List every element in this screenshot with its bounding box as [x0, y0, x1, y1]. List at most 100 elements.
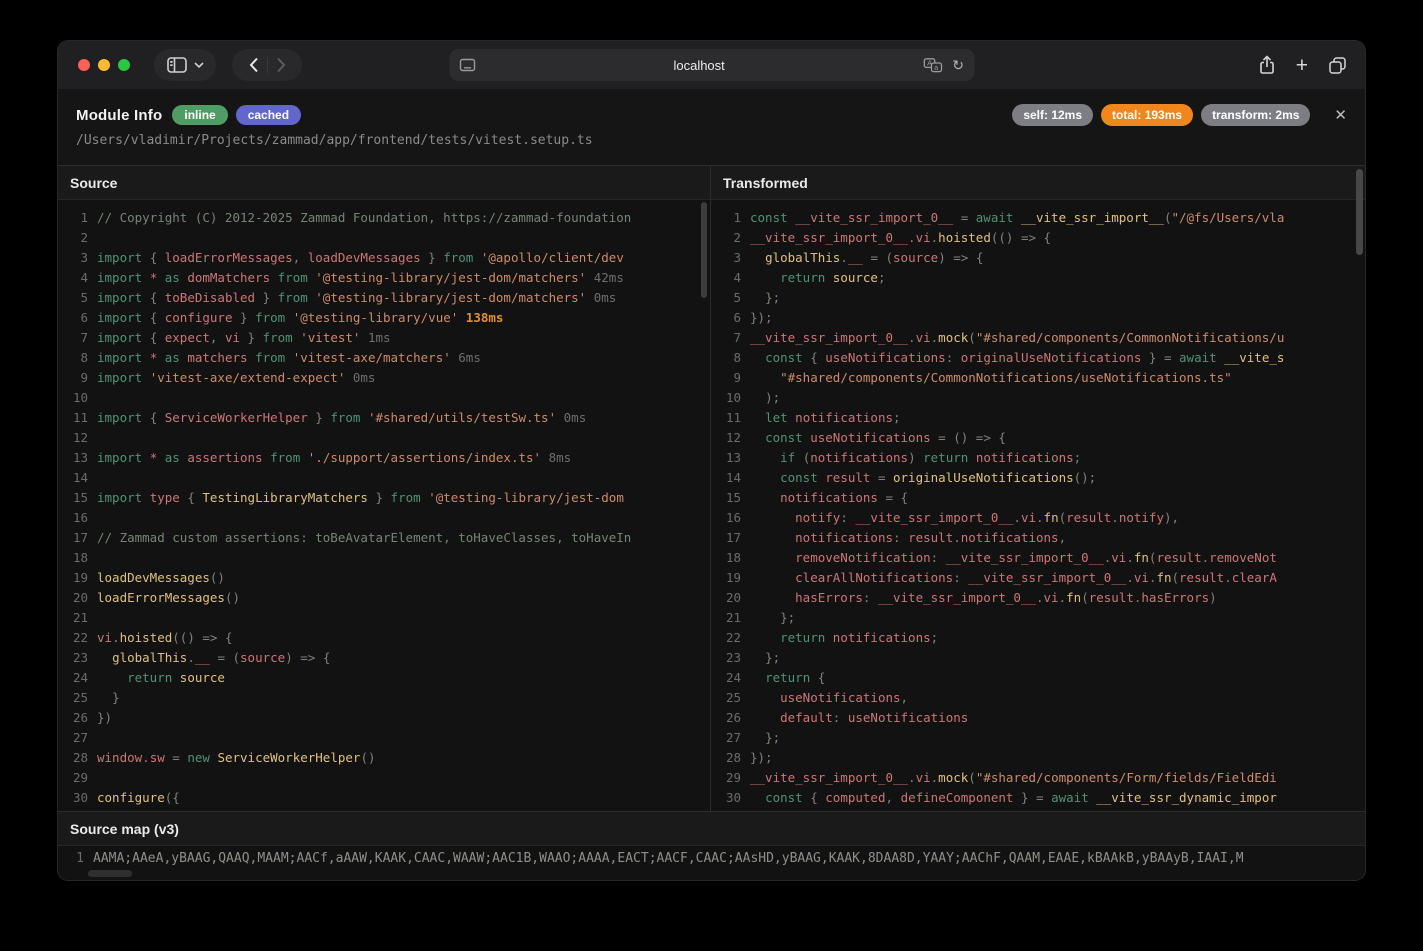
forward-button[interactable] — [276, 57, 286, 73]
cached-badge: cached — [236, 105, 301, 125]
code-line: 27 }; — [711, 728, 1365, 748]
line-number: 19 — [711, 568, 750, 588]
code-line: 22 return notifications; — [711, 628, 1365, 648]
code-line: 12 — [58, 428, 710, 448]
address-bar[interactable]: localhost Aa ↻ — [449, 49, 974, 81]
line-number: 3 — [58, 248, 97, 268]
line-number: 11 — [58, 408, 97, 428]
line-number: 3 — [711, 248, 750, 268]
sidebar-icon — [167, 57, 187, 73]
share-button[interactable] — [1258, 55, 1276, 75]
reload-button[interactable]: ↻ — [952, 57, 964, 74]
line-number: 7 — [58, 328, 97, 348]
code-line: 24 return { — [711, 668, 1365, 688]
line-number: 2 — [711, 228, 750, 248]
close-icon[interactable]: ✕ — [1334, 108, 1347, 123]
code-line: 14 const result = originalUseNotificatio… — [711, 468, 1365, 488]
code-line: 30configure({ — [58, 788, 710, 808]
sidebar-toggle-button[interactable] — [154, 49, 216, 81]
code-line: 13 if (notifications) return notificatio… — [711, 448, 1365, 468]
tabs-overview-button[interactable] — [1328, 56, 1347, 75]
code-line: 11import { ServiceWorkerHelper } from '#… — [58, 408, 710, 428]
line-number: 15 — [711, 488, 750, 508]
code-panels: Source 1// Copyright (C) 2012-2025 Zamma… — [58, 166, 1365, 811]
code-line: 10 — [58, 388, 710, 408]
back-button[interactable] — [249, 57, 259, 73]
code-line: 3import { loadErrorMessages, loadDevMess… — [58, 248, 710, 268]
line-number: 27 — [58, 728, 97, 748]
code-line: 28}); — [711, 748, 1365, 768]
line-number: 25 — [711, 688, 750, 708]
source-code-area[interactable]: 1// Copyright (C) 2012-2025 Zammad Found… — [58, 200, 710, 811]
code-line: 29__vite_ssr_import_0__.vi.mock("#shared… — [711, 768, 1365, 788]
code-line: 6}); — [711, 308, 1365, 328]
line-number: 30 — [58, 788, 97, 808]
line-number: 8 — [711, 348, 750, 368]
line-number: 16 — [711, 508, 750, 528]
code-line: 30 const { computed, defineComponent } =… — [711, 788, 1365, 808]
source-scrollbar-thumb[interactable] — [701, 202, 707, 298]
code-line: 19loadDevMessages() — [58, 568, 710, 588]
line-number: 22 — [711, 628, 750, 648]
code-line: 7__vite_ssr_import_0__.vi.mock("#shared/… — [711, 328, 1365, 348]
line-number: 23 — [58, 648, 97, 668]
code-line: 9import 'vitest-axe/extend-expect' 0ms — [58, 368, 710, 388]
line-number: 29 — [58, 768, 97, 788]
code-line: 29 — [58, 768, 710, 788]
transformed-panel: Transformed 1const __vite_ssr_import_0__… — [711, 166, 1365, 811]
code-line: 11 let notifications; — [711, 408, 1365, 428]
line-number: 9 — [711, 368, 750, 388]
page-scrollbar-thumb[interactable] — [1356, 169, 1363, 255]
page-icon[interactable] — [459, 58, 475, 72]
line-number: 1 — [58, 848, 93, 870]
code-line: 15 notifications = { — [711, 488, 1365, 508]
traffic-lights — [78, 59, 130, 71]
transformed-code-area[interactable]: 1const __vite_ssr_import_0__ = await __v… — [711, 200, 1365, 811]
line-number: 29 — [711, 768, 750, 788]
code-line: 2__vite_ssr_import_0__.vi.hoisted(() => … — [711, 228, 1365, 248]
code-line: 18 removeNotification: __vite_ssr_import… — [711, 548, 1365, 568]
code-line: 21 — [58, 608, 710, 628]
code-line: 8 const { useNotifications: originalUseN… — [711, 348, 1365, 368]
line-number: 6 — [711, 308, 750, 328]
new-tab-button[interactable]: + — [1296, 55, 1308, 76]
line-number: 13 — [711, 448, 750, 468]
minimize-window-button[interactable] — [98, 59, 110, 71]
code-line: 2 — [58, 228, 710, 248]
code-line: 12 const useNotifications = () => { — [711, 428, 1365, 448]
transformed-panel-title: Transformed — [711, 166, 1365, 200]
line-number: 1 — [58, 208, 97, 228]
horizontal-scrollbar-thumb[interactable] — [88, 870, 132, 877]
sourcemap-line: 1 AAMA;AAeA,yBAAG,QAAQ,MAAM;AACf,aAAW,KA… — [58, 848, 1365, 870]
line-number: 4 — [711, 268, 750, 288]
code-line: 17 notifications: result.notifications, — [711, 528, 1365, 548]
code-line: 4 return source; — [711, 268, 1365, 288]
page-title: Module Info — [76, 107, 162, 124]
url-text: localhost — [475, 58, 923, 73]
translate-icon[interactable]: Aa — [923, 58, 942, 73]
code-line: 5 }; — [711, 288, 1365, 308]
code-line: 20 hasErrors: __vite_ssr_import_0__.vi.f… — [711, 588, 1365, 608]
nav-separator — [267, 57, 268, 73]
zoom-window-button[interactable] — [118, 59, 130, 71]
code-line: 8import * as matchers from 'vitest-axe/m… — [58, 348, 710, 368]
code-line: 14 — [58, 468, 710, 488]
line-number: 4 — [58, 268, 97, 288]
code-line: 21 }; — [711, 608, 1365, 628]
line-number: 13 — [58, 448, 97, 468]
code-line: 6import { configure } from '@testing-lib… — [58, 308, 710, 328]
code-line: 23 globalThis.__ = (source) => { — [58, 648, 710, 668]
line-number: 5 — [711, 288, 750, 308]
line-number: 20 — [711, 588, 750, 608]
sourcemap-section: Source map (v3) 1 AAMA;AAeA,yBAAG,QAAQ,M… — [58, 811, 1365, 881]
line-number: 24 — [711, 668, 750, 688]
source-panel: Source 1// Copyright (C) 2012-2025 Zamma… — [58, 166, 711, 811]
sourcemap-title: Source map (v3) — [58, 812, 1365, 846]
close-window-button[interactable] — [78, 59, 90, 71]
code-line: 24 return source — [58, 668, 710, 688]
line-number: 14 — [711, 468, 750, 488]
line-number: 10 — [711, 388, 750, 408]
code-line: 20loadErrorMessages() — [58, 588, 710, 608]
code-line: 1const __vite_ssr_import_0__ = await __v… — [711, 208, 1365, 228]
source-panel-title: Source — [58, 166, 710, 200]
